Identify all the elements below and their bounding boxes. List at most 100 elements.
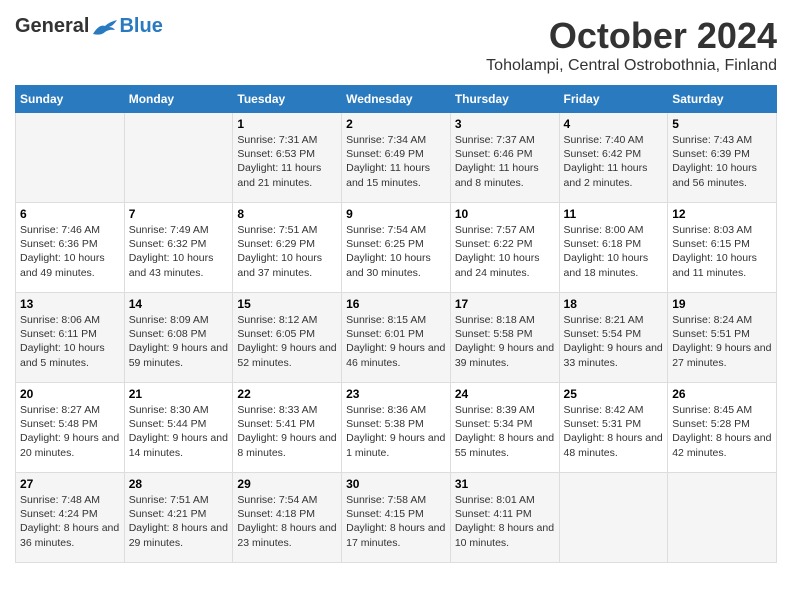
- daylight-text: Daylight: 9 hours and 39 minutes.: [455, 341, 555, 369]
- sunrise-text: Sunrise: 8:06 AM: [20, 313, 120, 327]
- sunrise-text: Sunrise: 8:27 AM: [20, 403, 120, 417]
- header-tuesday: Tuesday: [233, 86, 342, 113]
- table-row: 18 Sunrise: 8:21 AM Sunset: 5:54 PM Dayl…: [559, 293, 668, 383]
- daylight-text: Daylight: 10 hours and 18 minutes.: [564, 251, 664, 279]
- sunrise-text: Sunrise: 8:45 AM: [672, 403, 772, 417]
- day-info: Sunrise: 7:49 AM Sunset: 6:32 PM Dayligh…: [129, 223, 229, 280]
- table-row: 8 Sunrise: 7:51 AM Sunset: 6:29 PM Dayli…: [233, 203, 342, 293]
- sunrise-text: Sunrise: 7:46 AM: [20, 223, 120, 237]
- day-info: Sunrise: 8:21 AM Sunset: 5:54 PM Dayligh…: [564, 313, 664, 370]
- day-info: Sunrise: 8:42 AM Sunset: 5:31 PM Dayligh…: [564, 403, 664, 460]
- table-row: 20 Sunrise: 8:27 AM Sunset: 5:48 PM Dayl…: [16, 383, 125, 473]
- table-row: 31 Sunrise: 8:01 AM Sunset: 4:11 PM Dayl…: [450, 473, 559, 563]
- day-info: Sunrise: 8:27 AM Sunset: 5:48 PM Dayligh…: [20, 403, 120, 460]
- sunrise-text: Sunrise: 8:30 AM: [129, 403, 229, 417]
- day-info: Sunrise: 8:12 AM Sunset: 6:05 PM Dayligh…: [237, 313, 337, 370]
- day-info: Sunrise: 8:18 AM Sunset: 5:58 PM Dayligh…: [455, 313, 555, 370]
- sunset-text: Sunset: 5:44 PM: [129, 417, 229, 431]
- daylight-text: Daylight: 8 hours and 10 minutes.: [455, 521, 555, 549]
- daylight-text: Daylight: 10 hours and 56 minutes.: [672, 161, 772, 189]
- day-number: 21: [129, 387, 229, 401]
- sunset-text: Sunset: 6:05 PM: [237, 327, 337, 341]
- day-info: Sunrise: 7:57 AM Sunset: 6:22 PM Dayligh…: [455, 223, 555, 280]
- daylight-text: Daylight: 10 hours and 5 minutes.: [20, 341, 120, 369]
- sunrise-text: Sunrise: 7:43 AM: [672, 133, 772, 147]
- table-row: 14 Sunrise: 8:09 AM Sunset: 6:08 PM Dayl…: [124, 293, 233, 383]
- sunrise-text: Sunrise: 8:09 AM: [129, 313, 229, 327]
- daylight-text: Daylight: 9 hours and 33 minutes.: [564, 341, 664, 369]
- day-number: 9: [346, 207, 446, 221]
- sunrise-text: Sunrise: 8:39 AM: [455, 403, 555, 417]
- header-saturday: Saturday: [668, 86, 777, 113]
- calendar-week-row: 27 Sunrise: 7:48 AM Sunset: 4:24 PM Dayl…: [16, 473, 777, 563]
- sunrise-text: Sunrise: 7:40 AM: [564, 133, 664, 147]
- sunrise-text: Sunrise: 8:36 AM: [346, 403, 446, 417]
- sunrise-text: Sunrise: 7:51 AM: [237, 223, 337, 237]
- day-info: Sunrise: 7:48 AM Sunset: 4:24 PM Dayligh…: [20, 493, 120, 550]
- day-number: 19: [672, 297, 772, 311]
- daylight-text: Daylight: 8 hours and 42 minutes.: [672, 431, 772, 459]
- day-number: 4: [564, 117, 664, 131]
- daylight-text: Daylight: 9 hours and 27 minutes.: [672, 341, 772, 369]
- sunset-text: Sunset: 6:15 PM: [672, 237, 772, 251]
- table-row: [668, 473, 777, 563]
- day-number: 15: [237, 297, 337, 311]
- sunrise-text: Sunrise: 8:42 AM: [564, 403, 664, 417]
- table-row: 1 Sunrise: 7:31 AM Sunset: 6:53 PM Dayli…: [233, 113, 342, 203]
- table-row: 13 Sunrise: 8:06 AM Sunset: 6:11 PM Dayl…: [16, 293, 125, 383]
- sunset-text: Sunset: 5:54 PM: [564, 327, 664, 341]
- day-info: Sunrise: 8:36 AM Sunset: 5:38 PM Dayligh…: [346, 403, 446, 460]
- daylight-text: Daylight: 8 hours and 48 minutes.: [564, 431, 664, 459]
- day-info: Sunrise: 8:01 AM Sunset: 4:11 PM Dayligh…: [455, 493, 555, 550]
- header-monday: Monday: [124, 86, 233, 113]
- day-number: 20: [20, 387, 120, 401]
- daylight-text: Daylight: 8 hours and 55 minutes.: [455, 431, 555, 459]
- calendar-week-row: 6 Sunrise: 7:46 AM Sunset: 6:36 PM Dayli…: [16, 203, 777, 293]
- daylight-text: Daylight: 8 hours and 17 minutes.: [346, 521, 446, 549]
- sunset-text: Sunset: 6:18 PM: [564, 237, 664, 251]
- sunset-text: Sunset: 6:42 PM: [564, 147, 664, 161]
- day-number: 18: [564, 297, 664, 311]
- sunset-text: Sunset: 6:22 PM: [455, 237, 555, 251]
- day-number: 14: [129, 297, 229, 311]
- daylight-text: Daylight: 8 hours and 36 minutes.: [20, 521, 120, 549]
- daylight-text: Daylight: 11 hours and 8 minutes.: [455, 161, 555, 189]
- header-thursday: Thursday: [450, 86, 559, 113]
- table-row: 30 Sunrise: 7:58 AM Sunset: 4:15 PM Dayl…: [342, 473, 451, 563]
- daylight-text: Daylight: 11 hours and 2 minutes.: [564, 161, 664, 189]
- day-info: Sunrise: 7:54 AM Sunset: 6:25 PM Dayligh…: [346, 223, 446, 280]
- sunrise-text: Sunrise: 7:58 AM: [346, 493, 446, 507]
- day-number: 16: [346, 297, 446, 311]
- sunrise-text: Sunrise: 8:24 AM: [672, 313, 772, 327]
- day-info: Sunrise: 7:40 AM Sunset: 6:42 PM Dayligh…: [564, 133, 664, 190]
- location-subtitle: Toholampi, Central Ostrobothnia, Finland: [486, 57, 777, 75]
- daylight-text: Daylight: 9 hours and 1 minute.: [346, 431, 446, 459]
- sunrise-text: Sunrise: 8:00 AM: [564, 223, 664, 237]
- day-info: Sunrise: 8:06 AM Sunset: 6:11 PM Dayligh…: [20, 313, 120, 370]
- sunset-text: Sunset: 4:21 PM: [129, 507, 229, 521]
- sunrise-text: Sunrise: 8:12 AM: [237, 313, 337, 327]
- day-number: 22: [237, 387, 337, 401]
- table-row: 27 Sunrise: 7:48 AM Sunset: 4:24 PM Dayl…: [16, 473, 125, 563]
- day-number: 29: [237, 477, 337, 491]
- daylight-text: Daylight: 9 hours and 52 minutes.: [237, 341, 337, 369]
- day-number: 3: [455, 117, 555, 131]
- daylight-text: Daylight: 10 hours and 24 minutes.: [455, 251, 555, 279]
- sunset-text: Sunset: 4:18 PM: [237, 507, 337, 521]
- table-row: 10 Sunrise: 7:57 AM Sunset: 6:22 PM Dayl…: [450, 203, 559, 293]
- logo-blue: Blue: [119, 15, 162, 38]
- daylight-text: Daylight: 9 hours and 8 minutes.: [237, 431, 337, 459]
- day-number: 24: [455, 387, 555, 401]
- day-number: 30: [346, 477, 446, 491]
- day-number: 26: [672, 387, 772, 401]
- sunset-text: Sunset: 6:11 PM: [20, 327, 120, 341]
- day-info: Sunrise: 8:03 AM Sunset: 6:15 PM Dayligh…: [672, 223, 772, 280]
- table-row: 23 Sunrise: 8:36 AM Sunset: 5:38 PM Dayl…: [342, 383, 451, 473]
- day-info: Sunrise: 8:45 AM Sunset: 5:28 PM Dayligh…: [672, 403, 772, 460]
- table-row: 12 Sunrise: 8:03 AM Sunset: 6:15 PM Dayl…: [668, 203, 777, 293]
- daylight-text: Daylight: 10 hours and 43 minutes.: [129, 251, 229, 279]
- day-info: Sunrise: 8:33 AM Sunset: 5:41 PM Dayligh…: [237, 403, 337, 460]
- sunset-text: Sunset: 6:08 PM: [129, 327, 229, 341]
- day-number: 7: [129, 207, 229, 221]
- day-info: Sunrise: 7:51 AM Sunset: 4:21 PM Dayligh…: [129, 493, 229, 550]
